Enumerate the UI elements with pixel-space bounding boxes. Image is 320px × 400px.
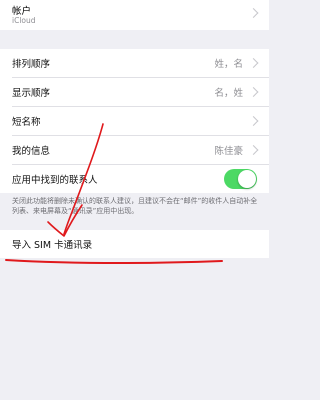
annotation-underline — [5, 259, 223, 265]
annotation-overlay — [5, 123, 223, 265]
annotation-arrow-shaft — [63, 123, 104, 235]
